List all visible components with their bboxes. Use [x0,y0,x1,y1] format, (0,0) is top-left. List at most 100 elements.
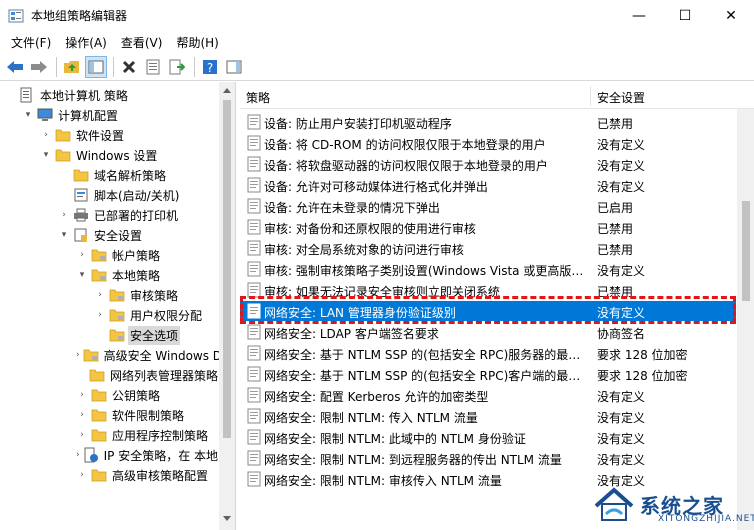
collapse-arrow-icon[interactable]: ▾ [40,145,52,165]
minimize-button[interactable]: — [616,0,662,31]
list-row[interactable]: 设备: 允许在未登录的情况下弹出 已启用 [240,196,736,216]
security-icon [73,227,89,243]
list-row[interactable]: 设备: 防止用户安装打印机驱动程序 已禁用 [240,112,736,132]
tree-item[interactable]: › 已部署的打印机 [0,205,220,225]
watermark-subtext: XITONGZHIJIA.NET [658,514,754,524]
up-one-level-button[interactable] [61,56,83,78]
collapse-arrow-icon[interactable]: ▾ [58,225,70,245]
policy-name: 网络安全: 限制 NTLM: 到远程服务器的传出 NTLM 流量 [264,453,562,467]
menu-file[interactable]: 文件(F) [4,34,58,51]
list-row[interactable]: 设备: 将软盘驱动器的访问权限仅限于本地登录的用户 没有定义 [240,154,736,174]
policy-list: 策略 安全设置 设备: 防止用户安装打印机驱动程序 已禁用 设备: 将 CD-ROM… [240,82,754,530]
expand-arrow-icon[interactable]: › [76,405,88,425]
tree-item-label: 本地策略 [112,268,161,283]
policy-setting-value: 要求 128 位加密 [597,369,688,383]
tree-item[interactable]: › 用户权限分配 [0,305,220,325]
list-row[interactable]: 设备: 允许对可移动媒体进行格式化并弹出 没有定义 [240,175,736,195]
expand-arrow-icon[interactable]: › [76,445,80,465]
tree-item[interactable]: 网络列表管理器策略 [0,365,220,385]
list-row[interactable]: 审核: 如果无法记录安全审核则立即关闭系统 已禁用 [240,280,736,300]
help-button[interactable]: ? [199,56,221,78]
menu-help[interactable]: 帮助(H) [169,34,225,51]
list-row-selected[interactable]: 网络安全: LAN 管理器身份验证级别 没有定义 [240,301,736,321]
menu-view[interactable]: 查看(V) [114,34,170,51]
tree-item[interactable]: › 软件设置 [0,125,220,145]
collapse-arrow-icon[interactable]: ▾ [22,105,34,125]
tree-item[interactable]: 脚本(启动/关机) [0,185,220,205]
list-row[interactable]: 网络安全: 基于 NTLM SSP 的(包括安全 RPC)客户端的最小… 要求 1… [240,364,736,384]
tree-item-label: 公钥策略 [112,388,161,403]
expand-arrow-icon[interactable]: › [94,305,106,325]
list-row[interactable]: 网络安全: LDAP 客户端签名要求 协商签名 [240,322,736,342]
tree-item[interactable]: › 高级审核策略配置 [0,465,220,485]
list-row[interactable]: 审核: 对全局系统对象的访问进行审核 已禁用 [240,238,736,258]
tree-item[interactable]: 域名解析策略 [0,165,220,185]
tree-item[interactable]: › 软件限制策略 [0,405,220,425]
delete-button[interactable] [118,56,140,78]
policy-setting-value: 要求 128 位加密 [597,348,688,362]
tree-item-label: 域名解析策略 [94,168,167,183]
list-row[interactable]: 审核: 强制审核策略子类别设置(Windows Vista 或更高版本… 没有定义 [240,259,736,279]
back-button[interactable] [4,56,26,78]
policy-setting-value: 没有定义 [597,390,646,404]
list-row[interactable]: 网络安全: 限制 NTLM: 此域中的 NTLM 身份验证 没有定义 [240,427,736,447]
tree-item[interactable]: 安全选项 [0,325,220,345]
tree-scrollbar[interactable] [219,82,235,530]
tree-item[interactable]: ▾ 计算机配置 [0,105,220,125]
policy-setting-icon [247,324,261,340]
list-row[interactable]: 设备: 将 CD-ROM 的访问权限仅限于本地登录的用户 没有定义 [240,133,736,153]
list-scroll-thumb[interactable] [742,201,750,301]
list-row[interactable]: 网络安全: 配置 Kerberos 允许的加密类型 没有定义 [240,385,736,405]
expand-arrow-icon[interactable]: › [58,205,70,225]
show-action-pane-button[interactable] [223,56,245,78]
computer-icon [37,107,53,123]
tree-item-label: 安全设置 [94,228,143,243]
expand-arrow-icon[interactable]: › [76,465,88,485]
list-row[interactable]: 网络安全: 限制 NTLM: 传入 NTLM 流量 没有定义 [240,406,736,426]
expand-arrow-icon[interactable]: › [76,425,88,445]
list-scrollbar[interactable] [737,109,754,530]
minimize-icon: — [632,7,646,24]
console-tree[interactable]: › 高级审核策略配置 › IP 安全策略，在 本地 › 应用程序控制策略 › 软件限制策略 › 公… [0,82,236,530]
tree-item[interactable]: ▾ 本地策略 [0,265,220,285]
tree-item-label: 计算机配置 [58,108,119,123]
tree-scroll-thumb[interactable] [223,100,231,438]
folder-icon [91,427,107,443]
scroll-up-icon[interactable] [223,88,231,93]
forward-button[interactable] [28,56,50,78]
list-row[interactable]: 网络安全: 限制 NTLM: 到远程服务器的传出 NTLM 流量 没有定义 [240,448,736,468]
expand-arrow-icon[interactable]: › [40,125,52,145]
menu-action[interactable]: 操作(A) [58,34,114,51]
tree-item[interactable]: › 帐户策略 [0,245,220,265]
expand-arrow-icon[interactable]: › [76,245,88,265]
folder-icon [55,127,71,143]
tree-item[interactable]: ▾ Windows 设置 [0,145,220,165]
tree-item[interactable]: › IP 安全策略，在 本地 [0,445,220,465]
tree-item[interactable]: › 审核策略 [0,285,220,305]
close-button[interactable]: ✕ [708,0,754,31]
column-header-setting[interactable]: 安全设置 [597,89,645,106]
scroll-down-icon[interactable] [223,516,231,521]
expand-arrow-icon[interactable]: › [76,385,88,405]
expand-arrow-icon[interactable]: › [94,285,106,305]
title-bar: 本地组策略编辑器 — ☐ ✕ [0,0,754,31]
folder-lock-icon [109,307,125,323]
show-hide-tree-button[interactable] [85,55,107,78]
policy-setting-icon [247,282,261,298]
export-list-button[interactable] [166,56,188,78]
expand-arrow-icon[interactable]: › [76,345,80,365]
tree-item[interactable]: ▾ 安全设置 [0,225,220,245]
properties-button[interactable] [142,56,164,78]
column-header-policy[interactable]: 策略 [246,89,270,106]
list-row[interactable]: 审核: 对备份和还原权限的使用进行审核 已禁用 [240,217,736,237]
tree-item[interactable]: › 高级安全 Windows D [0,345,220,365]
tree-item[interactable]: › 公钥策略 [0,385,220,405]
column-divider[interactable] [590,86,591,106]
delete-icon [122,60,136,73]
collapse-arrow-icon[interactable]: ▾ [76,265,88,285]
tree-item[interactable]: 本地计算机 策略 [0,85,220,105]
policy-name: 审核: 强制审核策略子类别设置(Windows Vista 或更高版本… [264,264,586,278]
list-row[interactable]: 网络安全: 基于 NTLM SSP 的(包括安全 RPC)服务器的最小… 要求 1… [240,343,736,363]
maximize-button[interactable]: ☐ [662,0,708,31]
tree-item[interactable]: › 应用程序控制策略 [0,425,220,445]
